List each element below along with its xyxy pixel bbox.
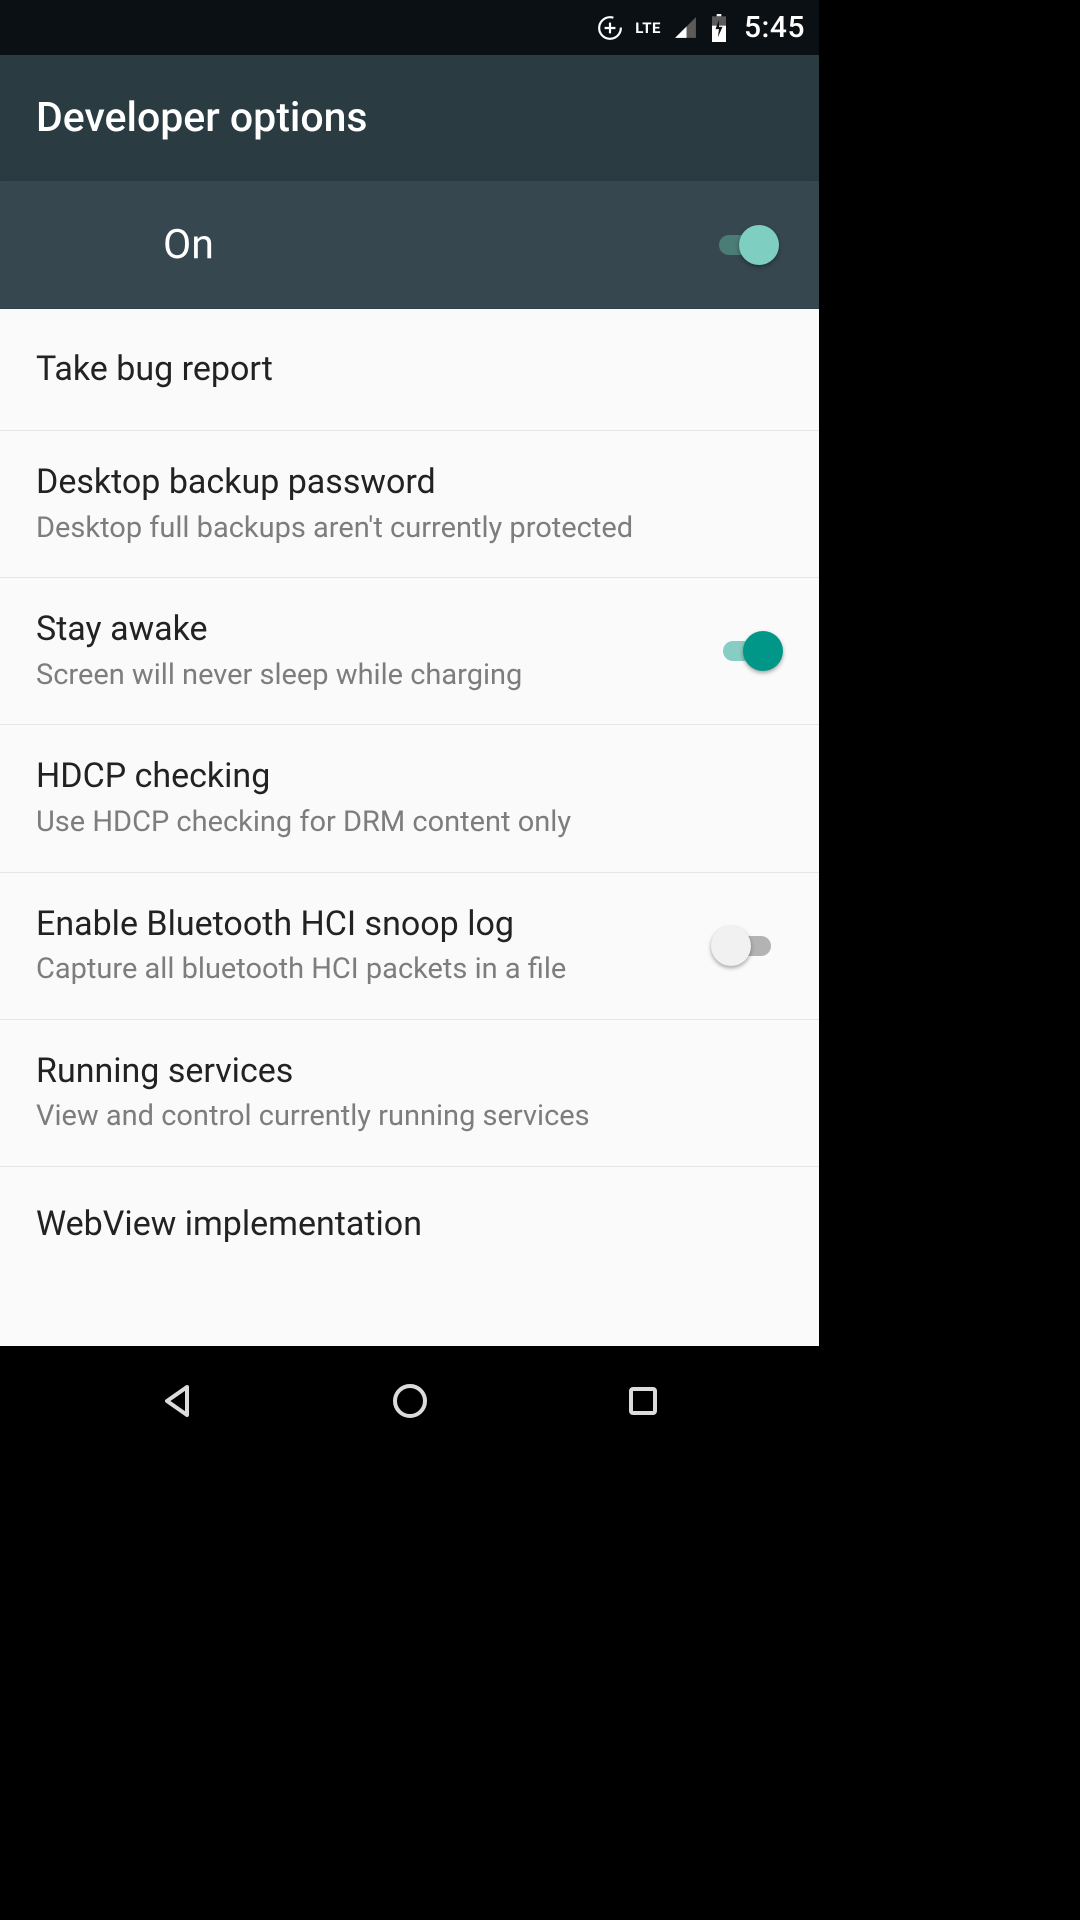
- setting-subtitle: Screen will never sleep while charging: [36, 657, 691, 695]
- circle-home-icon: [386, 1377, 434, 1425]
- setting-title: Stay awake: [36, 608, 691, 651]
- setting-title: Desktop backup password: [36, 461, 783, 504]
- master-toggle-switch[interactable]: [707, 223, 779, 267]
- navigation-bar: [0, 1346, 819, 1456]
- battery-icon: [710, 14, 728, 42]
- stay-awake-toggle[interactable]: [711, 629, 783, 673]
- setting-title: Take bug report: [36, 348, 783, 391]
- setting-subtitle: Use HDCP checking for DRM content only: [36, 804, 783, 842]
- setting-stay-awake[interactable]: Stay awake Screen will never sleep while…: [0, 578, 819, 725]
- settings-list[interactable]: Take bug report Desktop backup password …: [0, 309, 819, 1346]
- setting-subtitle: View and control currently running servi…: [36, 1098, 783, 1136]
- setting-title: Running services: [36, 1050, 783, 1093]
- setting-subtitle: Capture all bluetooth HCI packets in a f…: [36, 951, 691, 989]
- setting-bt-hci-snoop[interactable]: Enable Bluetooth HCI snoop log Capture a…: [0, 873, 819, 1020]
- setting-bug-report[interactable]: Take bug report: [0, 309, 819, 431]
- setting-hdcp[interactable]: HDCP checking Use HDCP checking for DRM …: [0, 725, 819, 872]
- setting-webview[interactable]: WebView implementation: [0, 1167, 819, 1242]
- back-button[interactable]: [142, 1366, 212, 1436]
- home-button[interactable]: [375, 1366, 445, 1436]
- master-toggle-row[interactable]: On: [0, 181, 819, 309]
- setting-subtitle: Desktop full backups aren't currently pr…: [36, 510, 783, 548]
- setting-running-services[interactable]: Running services View and control curren…: [0, 1020, 819, 1167]
- master-toggle-label: On: [163, 221, 707, 269]
- setting-desktop-backup[interactable]: Desktop backup password Desktop full bac…: [0, 431, 819, 578]
- device-screen: LTE 5:45 Developer options On: [0, 0, 819, 1456]
- clock: 5:45: [740, 10, 805, 45]
- recents-button[interactable]: [608, 1366, 678, 1436]
- setting-title: HDCP checking: [36, 755, 783, 798]
- setting-title: Enable Bluetooth HCI snoop log: [36, 903, 691, 946]
- network-type-label: LTE: [635, 19, 661, 37]
- setting-title: WebView implementation: [36, 1203, 783, 1242]
- switch-thumb: [739, 225, 779, 265]
- page-title: Developer options: [36, 94, 368, 142]
- data-sync-icon: [597, 15, 623, 41]
- triangle-back-icon: [153, 1377, 201, 1425]
- cell-signal-icon: [673, 15, 698, 40]
- app-bar: Developer options: [0, 55, 819, 181]
- switch-thumb: [743, 631, 783, 671]
- switch-thumb: [711, 926, 751, 966]
- square-recents-icon: [619, 1377, 667, 1425]
- status-bar: LTE 5:45: [0, 0, 819, 55]
- bt-hci-snoop-toggle[interactable]: [711, 924, 783, 968]
